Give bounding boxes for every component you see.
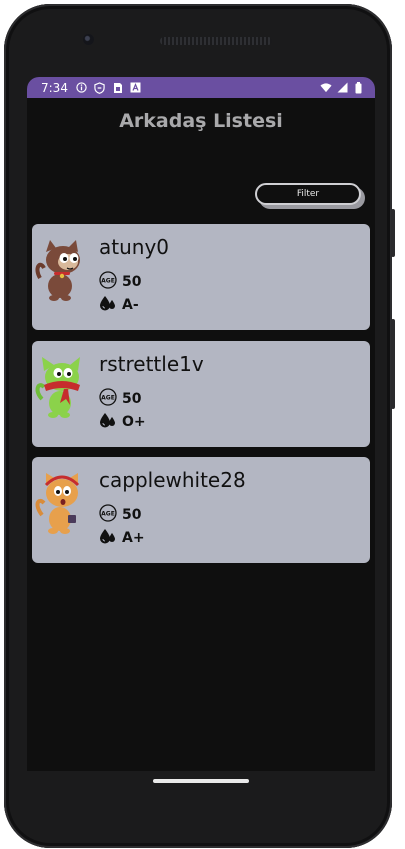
age-badge-icon: AGE: [99, 388, 117, 410]
cat-avatar-icon: [34, 238, 92, 302]
age-row: AGE 50: [99, 271, 141, 293]
age-row: AGE 50: [99, 388, 141, 410]
speaker-grille: [160, 37, 272, 45]
home-gesture-bar[interactable]: [153, 779, 249, 783]
cat-avatar-icon: [34, 355, 92, 419]
blood-row: A-: [99, 295, 139, 315]
friend-username: capplewhite28: [99, 468, 246, 492]
friend-card[interactable]: capplewhite28 AGE 50 A+: [32, 457, 370, 563]
camera-icon: [83, 34, 94, 45]
blood-drop-icon: [99, 295, 117, 315]
friend-age: 50: [122, 391, 142, 407]
phone-frame: 7:34 Arkadaş Listesi Filter atuny0 AGE 5…: [4, 4, 395, 848]
age-badge-icon: AGE: [99, 504, 117, 526]
friend-username: atuny0: [99, 235, 170, 259]
svg-text:AGE: AGE: [101, 278, 115, 285]
app-screen: 7:34 Arkadaş Listesi Filter atuny0 AGE 5…: [27, 77, 375, 771]
battery-icon: [352, 81, 364, 94]
friend-age: 50: [122, 274, 142, 290]
friend-username: rstrettle1v: [99, 352, 204, 376]
friend-age: 50: [122, 507, 142, 523]
wifi-icon: [320, 82, 332, 94]
age-row: AGE 50: [99, 504, 141, 526]
info-icon: [76, 82, 88, 94]
text-a-icon: [130, 82, 142, 94]
blood-row: O+: [99, 412, 146, 432]
page-title: Arkadaş Listesi: [119, 110, 283, 132]
status-time: 7:34: [41, 80, 68, 95]
age-badge-icon: AGE: [99, 271, 117, 293]
shield-icon: [94, 81, 106, 94]
volume-button: [391, 209, 395, 257]
blood-drop-icon: [99, 412, 117, 432]
sim-card-icon: [112, 82, 124, 94]
signal-icon: [336, 82, 348, 94]
friend-blood-type: O+: [122, 414, 146, 430]
friend-card[interactable]: rstrettle1v AGE 50 O+: [32, 341, 370, 447]
blood-drop-icon: [99, 528, 117, 548]
status-bar: 7:34: [27, 77, 375, 98]
blood-row: A+: [99, 528, 145, 548]
friend-card[interactable]: atuny0 AGE 50 A-: [32, 224, 370, 330]
cat-avatar-icon: [34, 471, 92, 535]
svg-text:AGE: AGE: [101, 511, 115, 518]
filter-button[interactable]: Filter: [255, 183, 361, 205]
friend-blood-type: A+: [122, 530, 145, 546]
svg-text:AGE: AGE: [101, 395, 115, 402]
friend-blood-type: A-: [122, 297, 139, 313]
power-button: [391, 319, 395, 409]
